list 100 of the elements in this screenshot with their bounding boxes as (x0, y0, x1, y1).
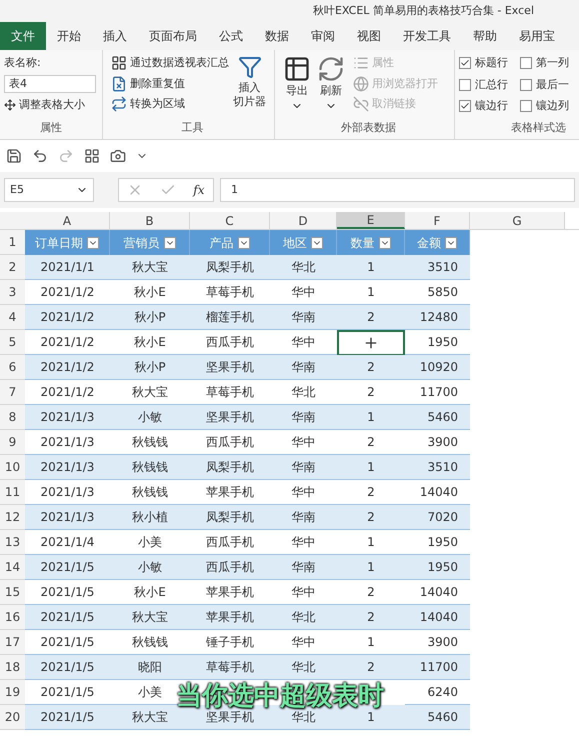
table-cell: 2 (337, 505, 405, 530)
ribbon-button[interactable]: 通过数据透视表汇总 (111, 55, 229, 72)
table-cell: 华南 (270, 355, 337, 380)
row-header[interactable]: 8 (0, 405, 25, 430)
filter-dropdown-icon[interactable] (445, 236, 457, 248)
column-header[interactable]: F (405, 212, 470, 229)
column-header[interactable]: E (337, 212, 405, 229)
ribbon-tab[interactable]: 帮助 (462, 22, 508, 50)
table-cell: 秋小P (110, 355, 190, 380)
table-cell: 华南 (270, 305, 337, 330)
row-header[interactable]: 15 (0, 580, 25, 605)
ribbon-tab[interactable]: 视图 (346, 22, 392, 50)
group-label: 外部表数据 (341, 120, 396, 136)
checkbox[interactable] (520, 100, 532, 112)
row-header[interactable]: 11 (0, 480, 25, 505)
row-header[interactable]: 12 (0, 505, 25, 530)
ribbon-tab[interactable]: 数据 (254, 22, 300, 50)
table-cell: 1 (337, 405, 405, 430)
checkbox[interactable] (520, 57, 532, 70)
header-text: 营销员 (124, 234, 160, 252)
row-header[interactable]: 10 (0, 455, 25, 480)
row-header[interactable]: 6 (0, 355, 25, 380)
table-cell: 华南 (270, 405, 337, 430)
table-cell: 华北 (270, 255, 337, 280)
filter-dropdown-icon[interactable] (378, 236, 390, 248)
table-cell: 1 (337, 455, 405, 480)
checkbox-label: 汇总行 (475, 76, 508, 92)
row-header[interactable]: 13 (0, 530, 25, 555)
row-header[interactable]: 20 (0, 705, 25, 730)
table-cell: 3510 (405, 255, 470, 280)
filter-dropdown-icon[interactable] (87, 236, 99, 248)
table-cell: 华南 (270, 505, 337, 530)
row-header[interactable]: 16 (0, 605, 25, 630)
ribbon-tab[interactable]: 易用宝 (508, 22, 566, 50)
column-header[interactable]: C (190, 212, 270, 229)
table-name-field[interactable]: 表4 (4, 74, 96, 92)
row-header[interactable]: 3 (0, 280, 25, 305)
table-cell: 10920 (405, 355, 470, 380)
resize-table-button[interactable]: 调整表格大小 (4, 96, 98, 113)
refresh-button[interactable]: 刷新 (317, 55, 345, 112)
ribbon-tab[interactable]: 开发工具 (392, 22, 462, 50)
table-cell: 7020 (405, 505, 470, 530)
checkbox[interactable] (520, 78, 532, 91)
insert-slicer-button[interactable]: 插入 切片器 (233, 55, 266, 112)
export-button[interactable]: 导出 (283, 55, 311, 112)
header-text: 数量 (350, 234, 374, 252)
ribbon-tab[interactable]: 公式 (208, 22, 254, 50)
refresh-icon (317, 55, 345, 83)
cell-cursor-icon (363, 335, 379, 351)
filter-dropdown-icon[interactable] (238, 236, 250, 248)
table-cell: 5460 (405, 705, 470, 730)
row-header[interactable]: 9 (0, 430, 25, 455)
row-header[interactable]: 2 (0, 255, 25, 280)
row-header[interactable]: 17 (0, 630, 25, 655)
table-cell: 14040 (405, 605, 470, 630)
table-cell: 西瓜手机 (190, 555, 270, 580)
row-header[interactable]: 4 (0, 305, 25, 330)
ribbon-tab[interactable]: 开始 (46, 22, 92, 50)
table-cell: 1950 (405, 555, 470, 580)
checkbox[interactable] (459, 57, 471, 70)
formula-field[interactable]: 1 (220, 178, 575, 202)
row-header[interactable]: 14 (0, 555, 25, 580)
group-label: 属性 (40, 120, 62, 136)
filter-dropdown-icon[interactable] (311, 236, 323, 248)
column-header[interactable]: A (25, 212, 110, 229)
table-cell: 秋大宝 (110, 605, 190, 630)
row-header[interactable]: 5 (0, 330, 25, 355)
column-header[interactable]: D (270, 212, 337, 229)
table-cell: 2 (337, 305, 405, 330)
table-cell: 12480 (405, 305, 470, 330)
name-box[interactable]: E5 (4, 178, 94, 202)
camera-icon[interactable] (110, 148, 126, 164)
ribbon-button[interactable]: 转换为区域 (111, 96, 229, 112)
header-text: 地区 (283, 234, 307, 252)
undo-icon[interactable] (32, 148, 48, 164)
table-cell: 2021/1/2 (25, 305, 110, 330)
table-cell: 凤梨手机 (190, 505, 270, 530)
row-header[interactable]: 18 (0, 655, 25, 680)
ribbon-tab[interactable]: 插入 (92, 22, 138, 50)
checkbox[interactable] (459, 78, 471, 91)
ribbon-tab[interactable]: 页面布局 (138, 22, 208, 50)
file-tab[interactable]: 文件 (0, 22, 46, 50)
properties-icon (353, 55, 369, 72)
checkbox-label: 标题行 (475, 55, 508, 71)
column-header[interactable]: B (110, 212, 190, 229)
filter-dropdown-icon[interactable] (164, 236, 176, 248)
row-header[interactable]: 7 (0, 380, 25, 405)
table-cell: 1 (337, 255, 405, 280)
checkbox[interactable] (459, 100, 471, 112)
save-icon[interactable] (6, 148, 22, 164)
row-header[interactable]: 19 (0, 680, 25, 705)
table-cell: 2021/1/3 (25, 505, 110, 530)
row-header[interactable]: 1 (0, 230, 25, 255)
ribbon-button[interactable]: 删除重复值 (111, 76, 229, 92)
ribbon-tab[interactable]: 审阅 (300, 22, 346, 50)
column-header[interactable]: G (470, 212, 565, 229)
table-cell: 2021/1/1 (25, 255, 110, 280)
table-cell: 坚果手机 (190, 355, 270, 380)
insert-function-button[interactable]: fx (193, 181, 205, 199)
table-cell: 榴莲手机 (190, 305, 270, 330)
